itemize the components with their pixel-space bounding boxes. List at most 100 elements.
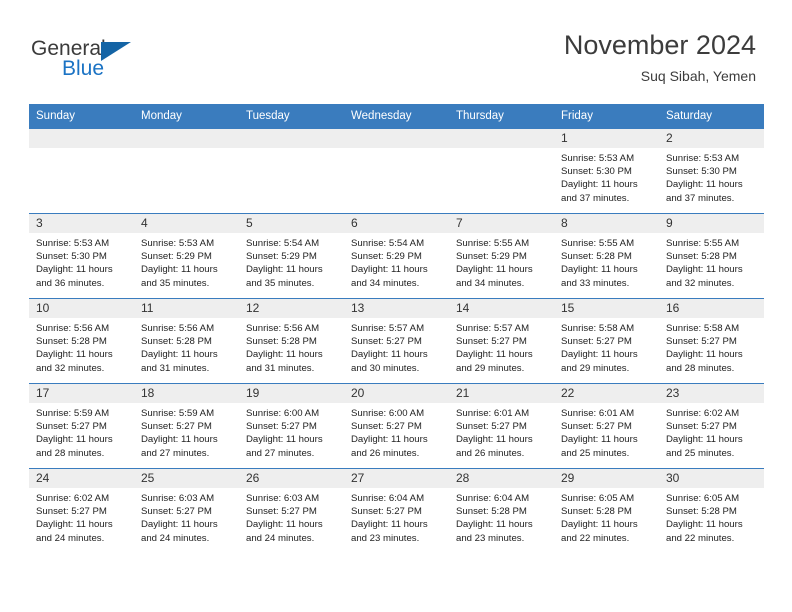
calendar-day-cell[interactable]: 6 Sunrise: 5:54 AM Sunset: 5:29 PM Daylight…	[344, 213, 449, 299]
calendar-day-cell[interactable]: 3 Sunrise: 5:53 AM Sunset: 5:30 PM Daylight…	[29, 213, 134, 299]
sunset-text: Sunset: 5:27 PM	[351, 421, 422, 433]
daylight-text-line2: and 29 minutes.	[456, 362, 525, 374]
sunrise-text: Sunrise: 5:54 AM	[246, 238, 320, 249]
weekday-header-saturday: Saturday	[659, 104, 764, 129]
day-number: 12	[239, 299, 344, 318]
day-cell-inner: 24 Sunrise: 6:02 AM Sunset: 5:27 PM Dayligh…	[29, 469, 134, 553]
day-cell-inner: 27 Sunrise: 6:04 AM Sunset: 5:27 PM Dayligh…	[344, 469, 449, 553]
day-number: 18	[134, 384, 239, 403]
day-number: 10	[29, 299, 134, 318]
calendar-day-cell[interactable]: 14 Sunrise: 5:57 AM Sunset: 5:27 PM Dayligh…	[449, 298, 554, 384]
calendar-day-cell[interactable]: 13 Sunrise: 5:57 AM Sunset: 5:27 PM Dayligh…	[344, 298, 449, 384]
daylight-text-line2: and 29 minutes.	[561, 362, 630, 374]
daylight-text-line1: Daylight: 11 hours	[351, 264, 428, 276]
calendar-day-cell[interactable]: 23 Sunrise: 6:02 AM Sunset: 5:27 PM Dayligh…	[659, 383, 764, 469]
day-number: 2	[659, 129, 764, 148]
sunset-text: Sunset: 5:27 PM	[561, 421, 632, 433]
day-details: Sunrise: 5:56 AM Sunset: 5:28 PM Daylight:…	[239, 318, 344, 375]
calendar-day-cell[interactable]: 22 Sunrise: 6:01 AM Sunset: 5:27 PM Dayligh…	[554, 383, 659, 469]
calendar-day-cell[interactable]: 9 Sunrise: 5:55 AM Sunset: 5:28 PM Daylight…	[659, 213, 764, 299]
calendar-day-cell[interactable]: 16 Sunrise: 5:58 AM Sunset: 5:27 PM Dayligh…	[659, 298, 764, 384]
sunset-text: Sunset: 5:27 PM	[666, 421, 737, 433]
sunrise-text: Sunrise: 5:53 AM	[36, 238, 110, 249]
calendar-day-cell[interactable]: 12 Sunrise: 5:56 AM Sunset: 5:28 PM Dayligh…	[239, 298, 344, 384]
sunrise-text: Sunrise: 6:01 AM	[561, 408, 635, 419]
day-details: Sunrise: 5:58 AM Sunset: 5:27 PM Daylight:…	[554, 318, 659, 375]
calendar-day-cell[interactable]: 2 Sunrise: 5:53 AM Sunset: 5:30 PM Daylight…	[659, 128, 764, 214]
daylight-text-line2: and 25 minutes.	[666, 447, 735, 459]
calendar-week-row: 24 Sunrise: 6:02 AM Sunset: 5:27 PM Dayligh…	[29, 468, 764, 553]
calendar-day-cell[interactable]: 30 Sunrise: 6:05 AM Sunset: 5:28 PM Dayligh…	[659, 468, 764, 553]
calendar-body: 1 Sunrise: 5:53 AM Sunset: 5:30 PM Daylight…	[29, 128, 764, 553]
day-cell-inner: 16 Sunrise: 5:58 AM Sunset: 5:27 PM Dayligh…	[659, 299, 764, 383]
day-number: 30	[659, 469, 764, 488]
day-cell-inner: 14 Sunrise: 5:57 AM Sunset: 5:27 PM Dayligh…	[449, 299, 554, 383]
sunrise-text: Sunrise: 5:57 AM	[456, 323, 530, 334]
day-details: Sunrise: 6:01 AM Sunset: 5:27 PM Daylight:…	[449, 403, 554, 460]
sunrise-text: Sunrise: 5:55 AM	[456, 238, 530, 249]
logo-text-blue: Blue	[62, 57, 105, 80]
daylight-text-line2: and 23 minutes.	[456, 532, 525, 544]
day-number: 17	[29, 384, 134, 403]
calendar-day-cell[interactable]: 11 Sunrise: 5:56 AM Sunset: 5:28 PM Dayligh…	[134, 298, 239, 384]
daylight-text-line2: and 36 minutes.	[36, 277, 105, 289]
day-details: Sunrise: 5:53 AM Sunset: 5:30 PM Daylight:…	[29, 233, 134, 290]
calendar-page: General Blue November 2024 Suq Sibah, Ye…	[0, 0, 792, 612]
calendar-day-cell[interactable]: 29 Sunrise: 6:05 AM Sunset: 5:28 PM Dayligh…	[554, 468, 659, 553]
sunset-text: Sunset: 5:28 PM	[36, 336, 107, 348]
calendar-day-cell[interactable]: 7 Sunrise: 5:55 AM Sunset: 5:29 PM Daylight…	[449, 213, 554, 299]
calendar-day-cell[interactable]: 28 Sunrise: 6:04 AM Sunset: 5:28 PM Dayligh…	[449, 468, 554, 553]
day-details: Sunrise: 5:53 AM Sunset: 5:29 PM Daylight:…	[134, 233, 239, 290]
daylight-text-line1: Daylight: 11 hours	[666, 349, 743, 361]
calendar-day-cell[interactable]: 8 Sunrise: 5:55 AM Sunset: 5:28 PM Daylight…	[554, 213, 659, 299]
day-details: Sunrise: 6:02 AM Sunset: 5:27 PM Daylight:…	[659, 403, 764, 460]
daylight-text-line1: Daylight: 11 hours	[141, 264, 218, 276]
sunset-text: Sunset: 5:28 PM	[666, 251, 737, 263]
calendar-day-cell[interactable]: 17 Sunrise: 5:59 AM Sunset: 5:27 PM Dayligh…	[29, 383, 134, 469]
day-details: Sunrise: 5:55 AM Sunset: 5:28 PM Daylight:…	[659, 233, 764, 290]
sunset-text: Sunset: 5:27 PM	[351, 506, 422, 518]
day-cell-inner: 10 Sunrise: 5:56 AM Sunset: 5:28 PM Dayligh…	[29, 299, 134, 383]
day-number: 7	[449, 214, 554, 233]
calendar-day-cell[interactable]: 10 Sunrise: 5:56 AM Sunset: 5:28 PM Dayligh…	[29, 298, 134, 384]
daylight-text-line2: and 34 minutes.	[456, 277, 525, 289]
daylight-text-line1: Daylight: 11 hours	[246, 349, 323, 361]
day-cell-inner: 11 Sunrise: 5:56 AM Sunset: 5:28 PM Dayligh…	[134, 299, 239, 383]
calendar-day-cell-empty	[134, 128, 239, 214]
sunset-text: Sunset: 5:27 PM	[36, 506, 107, 518]
day-number: 15	[554, 299, 659, 318]
daylight-text-line1: Daylight: 11 hours	[561, 519, 638, 531]
calendar-day-cell[interactable]: 27 Sunrise: 6:04 AM Sunset: 5:27 PM Dayligh…	[344, 468, 449, 553]
daylight-text-line1: Daylight: 11 hours	[351, 349, 428, 361]
calendar-day-cell[interactable]: 4 Sunrise: 5:53 AM Sunset: 5:29 PM Daylight…	[134, 213, 239, 299]
general-blue-logo[interactable]: General Blue	[31, 36, 181, 86]
daylight-text-line2: and 26 minutes.	[456, 447, 525, 459]
daylight-text-line2: and 34 minutes.	[351, 277, 420, 289]
calendar-day-cell[interactable]: 24 Sunrise: 6:02 AM Sunset: 5:27 PM Dayligh…	[29, 468, 134, 553]
calendar-day-cell[interactable]: 25 Sunrise: 6:03 AM Sunset: 5:27 PM Dayligh…	[134, 468, 239, 553]
calendar-day-cell[interactable]: 26 Sunrise: 6:03 AM Sunset: 5:27 PM Dayligh…	[239, 468, 344, 553]
calendar-day-cell[interactable]: 5 Sunrise: 5:54 AM Sunset: 5:29 PM Daylight…	[239, 213, 344, 299]
day-number: 20	[344, 384, 449, 403]
calendar-day-cell[interactable]: 1 Sunrise: 5:53 AM Sunset: 5:30 PM Daylight…	[554, 128, 659, 214]
calendar-day-cell[interactable]: 19 Sunrise: 6:00 AM Sunset: 5:27 PM Dayligh…	[239, 383, 344, 469]
day-cell-inner: 9 Sunrise: 5:55 AM Sunset: 5:28 PM Daylight…	[659, 214, 764, 298]
day-details: Sunrise: 5:59 AM Sunset: 5:27 PM Daylight:…	[134, 403, 239, 460]
day-details: Sunrise: 5:54 AM Sunset: 5:29 PM Daylight:…	[239, 233, 344, 290]
daylight-text-line2: and 35 minutes.	[141, 277, 210, 289]
calendar-day-cell-empty	[344, 128, 449, 214]
calendar-day-cell[interactable]: 21 Sunrise: 6:01 AM Sunset: 5:27 PM Dayligh…	[449, 383, 554, 469]
sunset-text: Sunset: 5:29 PM	[351, 251, 422, 263]
day-cell-inner	[449, 129, 554, 213]
sunrise-text: Sunrise: 5:56 AM	[36, 323, 110, 334]
calendar-day-cell[interactable]: 15 Sunrise: 5:58 AM Sunset: 5:27 PM Dayligh…	[554, 298, 659, 384]
calendar-day-cell[interactable]: 20 Sunrise: 6:00 AM Sunset: 5:27 PM Dayligh…	[344, 383, 449, 469]
day-number: 9	[659, 214, 764, 233]
calendar-day-cell[interactable]: 18 Sunrise: 5:59 AM Sunset: 5:27 PM Dayligh…	[134, 383, 239, 469]
sunrise-text: Sunrise: 6:03 AM	[246, 493, 320, 504]
day-details: Sunrise: 6:01 AM Sunset: 5:27 PM Daylight:…	[554, 403, 659, 460]
day-cell-inner: 8 Sunrise: 5:55 AM Sunset: 5:28 PM Daylight…	[554, 214, 659, 298]
day-number: 16	[659, 299, 764, 318]
calendar-week-row: 10 Sunrise: 5:56 AM Sunset: 5:28 PM Dayligh…	[29, 298, 764, 384]
sunset-text: Sunset: 5:27 PM	[246, 421, 317, 433]
